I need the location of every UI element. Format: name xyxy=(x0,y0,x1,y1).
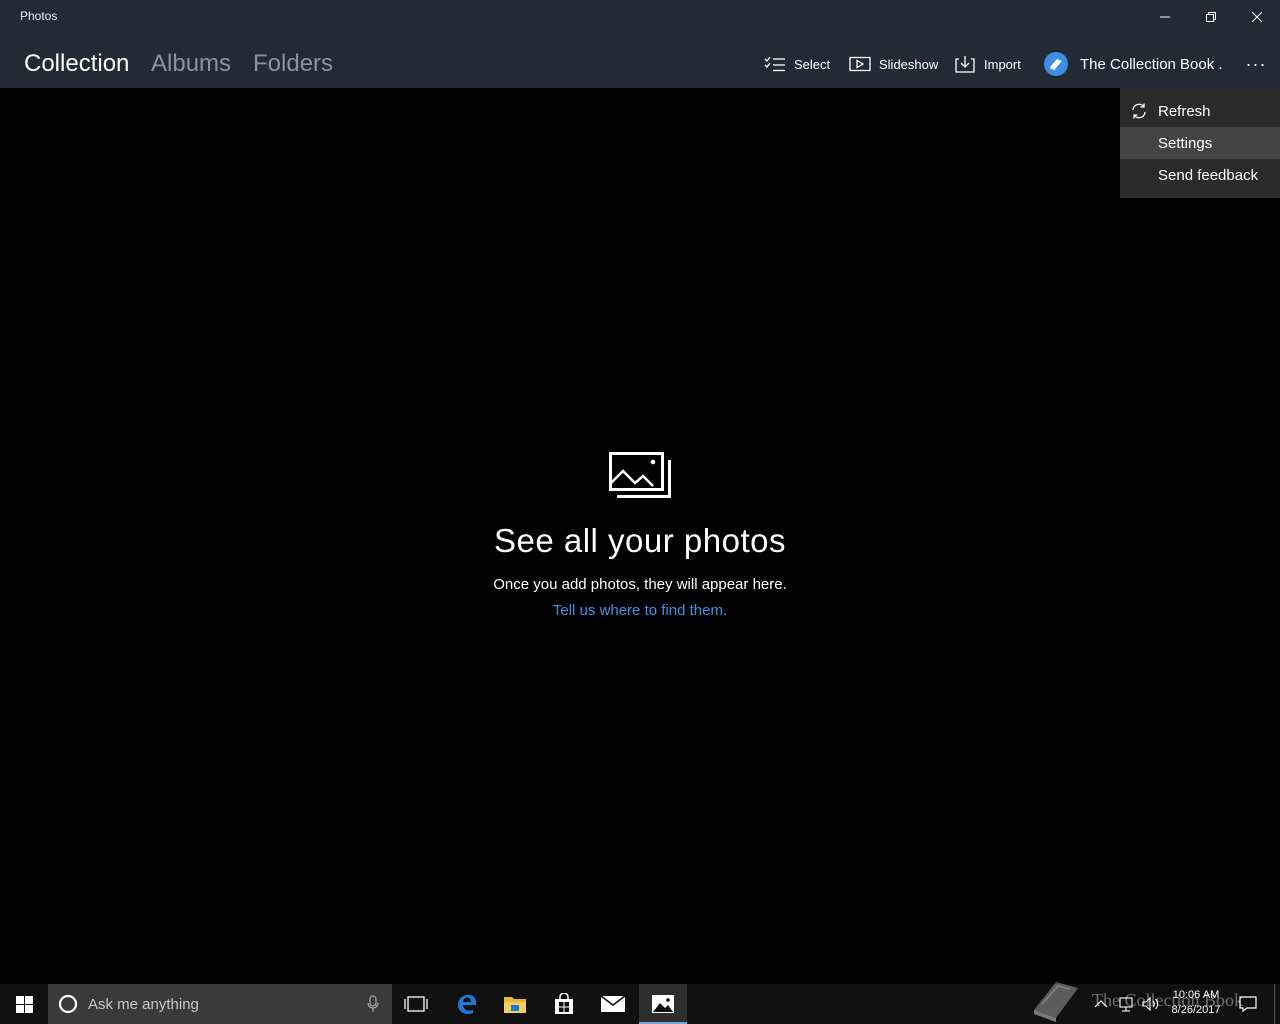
cortana-icon xyxy=(58,994,78,1014)
import-icon xyxy=(954,54,976,74)
file-explorer-button[interactable] xyxy=(491,984,539,1024)
menu-item-label: Send feedback xyxy=(1158,166,1259,184)
app-header: Collection Albums Folders Select Slidesh… xyxy=(0,34,1280,88)
minimize-icon xyxy=(1160,16,1170,18)
refresh-icon xyxy=(1132,103,1146,119)
restore-icon xyxy=(1206,12,1216,22)
find-photos-link[interactable]: Tell us where to find them. xyxy=(0,602,1280,619)
clock-time: 10:06 AM xyxy=(1172,989,1220,1001)
more-options-icon: ··· xyxy=(1245,53,1267,74)
photos-icon xyxy=(609,452,671,498)
clock-date: 8/26/2017 xyxy=(1171,1004,1221,1016)
menu-item-refresh[interactable]: Refresh xyxy=(1120,95,1280,127)
slideshow-icon xyxy=(849,54,871,74)
store-button[interactable] xyxy=(540,984,588,1024)
select-button[interactable]: Select xyxy=(764,52,830,76)
taskbar-clock[interactable]: 10:06 AM 8/26/2017 xyxy=(1158,988,1234,1018)
microphone-icon[interactable] xyxy=(366,995,380,1013)
action-center-button[interactable] xyxy=(1230,984,1266,1024)
menu-item-label: Settings xyxy=(1158,134,1213,152)
tab-folders[interactable]: Folders xyxy=(253,50,333,78)
system-tray xyxy=(1094,984,1160,1024)
tab-albums[interactable]: Albums xyxy=(151,50,231,78)
windows-logo-icon xyxy=(15,995,33,1013)
menu-item-label: Refresh xyxy=(1158,102,1211,120)
menu-item-send-feedback[interactable]: Send feedback xyxy=(1120,159,1280,191)
taskbar: Ask me anything The Collection Book 10:0… xyxy=(0,982,1280,1024)
mail-icon xyxy=(600,995,626,1012)
select-label: Select xyxy=(794,56,831,72)
slideshow-button[interactable]: Slideshow xyxy=(849,52,938,76)
file-explorer-icon xyxy=(504,997,526,1013)
action-center-icon xyxy=(1239,996,1257,1012)
overflow-menu: Refresh Settings Send feedback xyxy=(1120,88,1280,198)
close-icon xyxy=(1251,11,1263,23)
slideshow-label: Slideshow xyxy=(879,56,939,72)
import-button[interactable]: Import xyxy=(954,52,1021,76)
search-placeholder: Ask me anything xyxy=(88,995,199,1013)
import-label: Import xyxy=(984,56,1021,72)
chevron-up-icon[interactable] xyxy=(1094,999,1108,1009)
minimize-button[interactable] xyxy=(1142,0,1188,34)
close-button[interactable] xyxy=(1234,0,1280,34)
cortana-search-box[interactable]: Ask me anything xyxy=(48,984,392,1024)
restore-button[interactable] xyxy=(1188,0,1234,34)
select-list-icon xyxy=(764,54,786,74)
empty-state-subtitle: Once you add photos, they will appear he… xyxy=(493,576,787,593)
store-icon xyxy=(555,993,573,1014)
book-logo-icon xyxy=(1034,982,1078,1022)
app-title: Photos xyxy=(20,9,58,23)
edge-button[interactable] xyxy=(443,984,491,1024)
more-options-button[interactable]: ··· xyxy=(1240,52,1272,76)
start-button[interactable] xyxy=(0,984,48,1024)
task-view-button[interactable] xyxy=(392,984,440,1024)
show-desktop-button[interactable] xyxy=(1274,984,1280,1024)
photos-taskbar-button[interactable] xyxy=(639,984,687,1024)
task-view-icon xyxy=(404,996,428,1012)
network-icon[interactable] xyxy=(1118,996,1134,1012)
tab-collection[interactable]: Collection xyxy=(24,50,129,78)
empty-state-title: See all your photos xyxy=(493,522,786,559)
account-avatar-icon xyxy=(1044,52,1068,76)
account-button[interactable]: The Collection Book . xyxy=(1044,50,1223,78)
mail-button[interactable] xyxy=(589,984,637,1024)
title-bar: Photos xyxy=(0,0,1280,34)
edge-icon xyxy=(458,994,477,1015)
account-name: The Collection Book . xyxy=(1080,55,1223,73)
photos-icon xyxy=(652,995,674,1013)
menu-item-settings[interactable]: Settings xyxy=(1120,127,1280,159)
